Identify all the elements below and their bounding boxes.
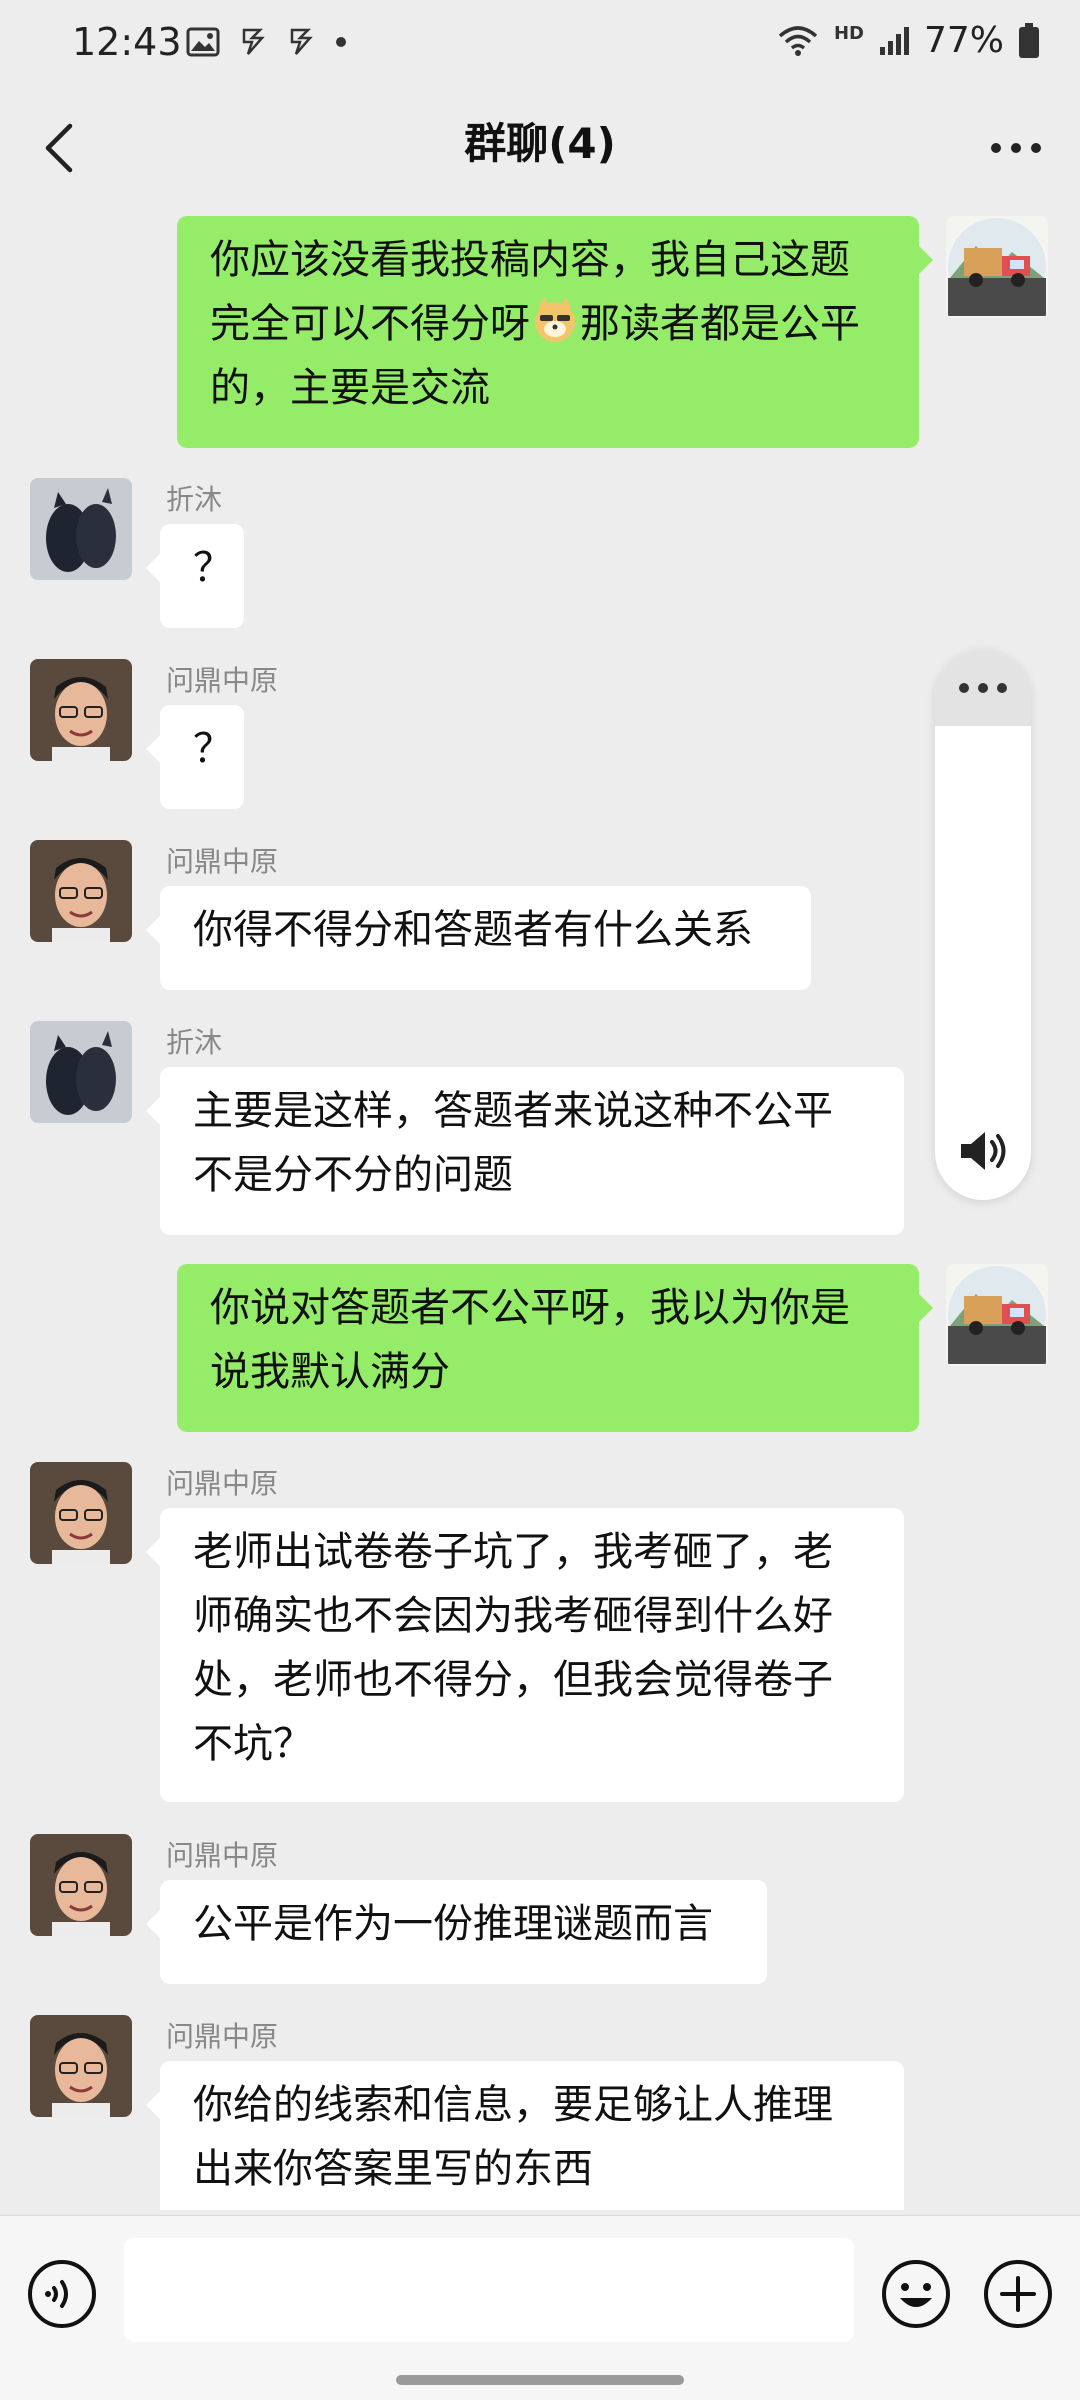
volume-panel[interactable] <box>935 650 1031 1200</box>
sender-name: 问鼎中原 <box>166 2020 279 2053</box>
person-avatar-icon <box>30 2015 132 2117</box>
battery-icon <box>1019 22 1039 58</box>
cats-avatar-icon <box>30 1021 132 1123</box>
message-bubble[interactable]: 公平是作为一份推理谜题而言 <box>146 1880 767 1984</box>
message-bubble[interactable]: 主要是这样，答题者来说这种不公平 不是分不分的问题 <box>146 1067 904 1235</box>
network-type: HD <box>833 23 864 44</box>
status-right: HD 77% <box>776 20 1040 61</box>
avatar[interactable] <box>30 1021 132 1123</box>
battery-percent: 77% <box>923 20 1004 61</box>
voice-input-button[interactable] <box>26 2258 98 2330</box>
truck-avatar-icon <box>946 216 1048 318</box>
message-bubble[interactable]: 你得不得分和答题者有什么关系 <box>146 886 811 990</box>
avatar[interactable] <box>30 2015 132 2117</box>
speaker-icon[interactable] <box>957 1124 1011 1178</box>
plus-button[interactable] <box>982 2258 1054 2330</box>
volume-more-button[interactable] <box>935 650 1031 726</box>
more-dots-icon <box>959 683 1007 693</box>
app-notification-icon <box>242 28 265 55</box>
message-list[interactable]: 你应该没看我投稿内容，我自己这题 完全可以不得分呀 那读者都是公平 的，主要是交流 <box>0 200 1080 2210</box>
home-indicator[interactable] <box>396 2375 684 2385</box>
app-notification-icon <box>290 28 313 55</box>
notification-icons <box>186 26 348 58</box>
sender-name: 问鼎中原 <box>166 1839 279 1872</box>
signal-icon <box>879 26 909 55</box>
input-bar <box>0 2215 1080 2400</box>
avatar[interactable] <box>30 840 132 942</box>
sender-name: 问鼎中原 <box>166 1467 279 1500</box>
emoji-button[interactable] <box>880 2258 952 2330</box>
sender-name: 折沐 <box>166 1026 223 1059</box>
status-bar: 12:43 HD 77% <box>0 0 1080 90</box>
message-text: 你说对答题者不公平呀，我以为你是 说我默认满分 <box>210 1285 850 1395</box>
message-bubble[interactable]: 老师出试卷卷子坑了，我考砸了，老 师确实也不会因为我考砸得到什么好 处，老师也不… <box>146 1508 904 1802</box>
wifi-icon <box>778 25 818 56</box>
cats-avatar-icon <box>30 478 132 580</box>
chat-screen: 12:43 HD 77% 群聊(4) 你应该没看我投稿内容，我自己这题 完全可以… <box>0 0 1080 2400</box>
message-text: 主要是这样，答题者来说这种不公平 不是分不分的问题 <box>193 1088 833 1198</box>
person-avatar-icon <box>30 659 132 761</box>
status-time: 12:43 <box>72 20 182 64</box>
avatar[interactable] <box>30 1834 132 1936</box>
person-avatar-icon <box>30 1462 132 1564</box>
title-bar: 群聊(4) <box>0 90 1080 200</box>
avatar[interactable] <box>946 216 1048 318</box>
message-text: ？ <box>193 726 233 772</box>
gallery-icon <box>186 27 220 57</box>
message-bubble[interactable]: ？ <box>146 705 244 809</box>
avatar[interactable] <box>30 659 132 761</box>
sender-name: 问鼎中原 <box>166 845 279 878</box>
truck-avatar-icon <box>946 1264 1048 1366</box>
dot-icon <box>336 37 346 47</box>
sender-name: 问鼎中原 <box>166 664 279 697</box>
message-bubble[interactable]: ？ <box>146 524 244 628</box>
message-bubble[interactable]: 你给的线索和信息，要足够让人推理 出来你答案里写的东西 <box>146 2061 904 2210</box>
message-text: 公平是作为一份推理谜题而言 <box>193 1901 713 1947</box>
message-bubble[interactable]: 你说对答题者不公平呀，我以为你是 说我默认满分 <box>177 1264 933 1432</box>
message-bubble[interactable]: 你应该没看我投稿内容，我自己这题 完全可以不得分呀 那读者都是公平 的，主要是交流 <box>177 216 933 448</box>
more-options-button[interactable] <box>976 108 1056 188</box>
message-text: 老师出试卷卷子坑了，我考砸了，老 师确实也不会因为我考砸得到什么好 处，老师也不… <box>193 1529 833 1767</box>
person-avatar-icon <box>30 1834 132 1936</box>
message-text: ？ <box>193 545 233 591</box>
message-input[interactable] <box>124 2238 854 2342</box>
avatar[interactable] <box>946 1264 1048 1366</box>
doge-emoji-icon <box>535 297 575 342</box>
sender-name: 折沐 <box>166 483 223 516</box>
avatar[interactable] <box>30 478 132 580</box>
message-text: 你得不得分和答题者有什么关系 <box>193 907 753 953</box>
person-avatar-icon <box>30 840 132 942</box>
more-dots-icon <box>991 143 1041 153</box>
message-text: 你给的线索和信息，要足够让人推理 出来你答案里写的东西 <box>193 2082 833 2192</box>
chat-title: 群聊(4) <box>464 119 616 168</box>
avatar[interactable] <box>30 1462 132 1564</box>
